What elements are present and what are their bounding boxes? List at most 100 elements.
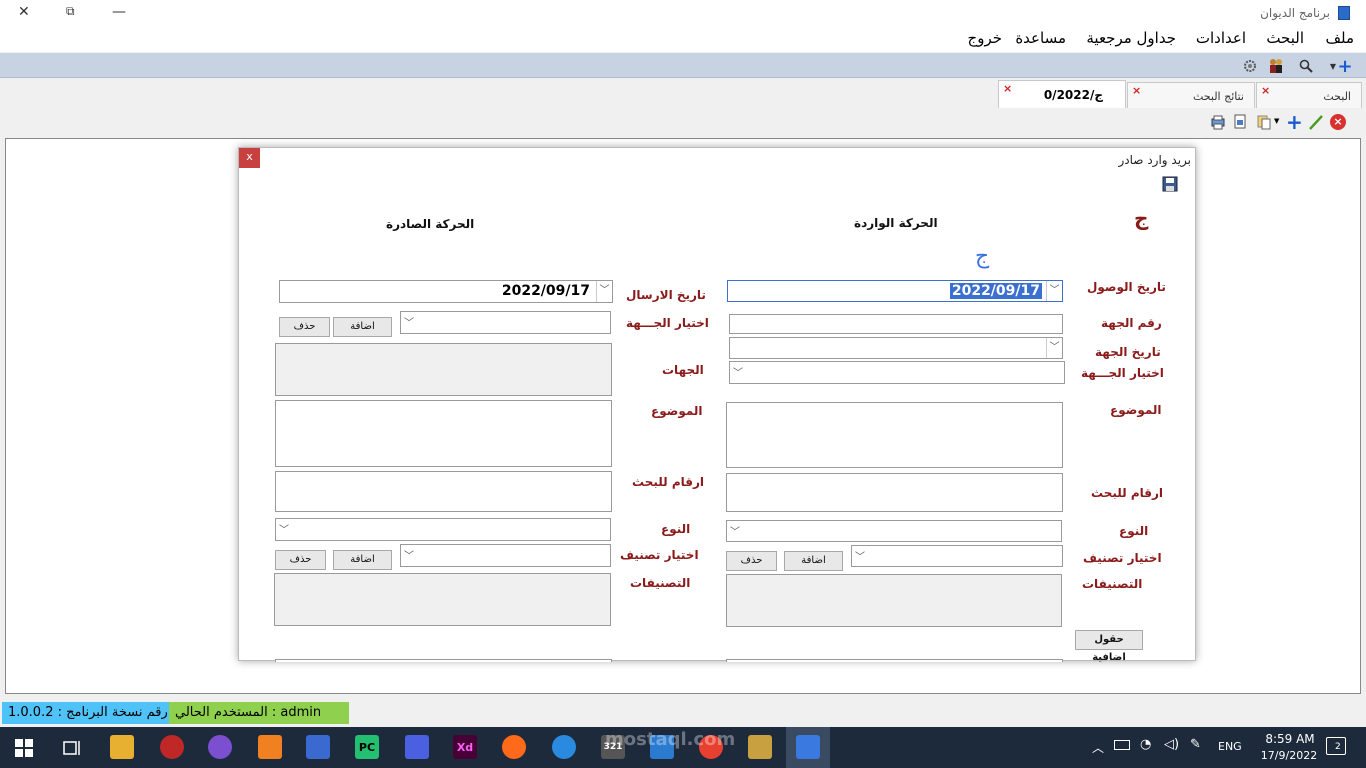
windows-start-icon[interactable] <box>15 739 33 760</box>
dialog-close-button[interactable]: x <box>239 148 260 168</box>
main-toolbar: + ▼ <box>0 53 1366 78</box>
arrival-date-value: 2022/09/17 <box>949 283 1042 299</box>
security-app-icon[interactable] <box>160 735 184 759</box>
app-w-icon[interactable] <box>552 735 576 759</box>
code-letter: ج <box>1134 206 1149 230</box>
window-minimize-button[interactable]: — <box>112 4 126 20</box>
app-icon <box>1338 6 1350 20</box>
menu-file[interactable]: ملف <box>1325 29 1354 47</box>
users-icon[interactable] <box>1268 58 1284 74</box>
settings-gear-icon[interactable] <box>1242 58 1258 74</box>
tab-record[interactable]: × 0/ج/2022 <box>998 80 1126 108</box>
tab-close-icon[interactable]: × <box>1003 82 1012 95</box>
incoming-categories-list[interactable] <box>726 574 1062 627</box>
add-record-icon[interactable]: + <box>1286 110 1303 134</box>
vpn-icon[interactable] <box>405 735 429 759</box>
tab-label: نتائج البحث <box>1192 90 1244 103</box>
notification-icon[interactable]: 2 <box>1326 737 1346 755</box>
menu-search[interactable]: البحث <box>1266 29 1304 47</box>
outgoing-category-select[interactable]: ﹀ <box>400 544 611 567</box>
pen-icon[interactable]: ✎ <box>1190 737 1201 752</box>
menu-settings[interactable]: اعدادات <box>1196 29 1246 47</box>
outgoing-subject-textarea[interactable] <box>275 400 612 467</box>
tab-search-results[interactable]: × نتائج البحث <box>1127 82 1255 108</box>
chevron-down-icon[interactable]: ﹀ <box>279 521 289 536</box>
clock-time[interactable]: 8:59 AM <box>1260 732 1320 746</box>
menu-bar: ملف البحث اعدادات جداول مرجعية مساعدة خر… <box>0 26 1366 52</box>
chevron-down-icon[interactable]: ﹀ <box>596 281 612 302</box>
edit-pencil-icon[interactable] <box>1308 113 1324 134</box>
send-date-value: 2022/09/17 <box>501 283 590 299</box>
tool-app-icon[interactable] <box>748 735 772 759</box>
chevron-down-icon[interactable]: ﹀ <box>1046 281 1062 301</box>
tray-chevron-up-icon[interactable]: ︿ <box>1092 739 1104 756</box>
incoming-type-select[interactable]: ﹀ <box>726 520 1062 542</box>
outgoing-entity-select[interactable]: ﹀ <box>400 311 611 334</box>
copy-icon[interactable] <box>1256 114 1272 133</box>
pycharm-icon[interactable]: PC <box>355 735 379 759</box>
firefox-icon[interactable] <box>502 735 526 759</box>
outgoing-add-category-button[interactable]: اضافة <box>333 550 392 570</box>
file-explorer-icon[interactable] <box>110 735 134 759</box>
language-indicator[interactable]: ENG <box>1218 740 1242 753</box>
extra-fields-button[interactable]: حقول اضافية <box>1075 630 1143 663</box>
window-restore-button[interactable]: ⧉ <box>66 4 75 19</box>
tab-close-icon[interactable]: × <box>1261 84 1270 97</box>
active-app-slot[interactable] <box>786 727 830 768</box>
outgoing-subject-label: الموضوع <box>651 404 703 418</box>
incoming-add-category-button[interactable]: اضافة <box>784 551 843 571</box>
send-date-picker[interactable]: 2022/09/17 ﹀ <box>279 280 613 303</box>
arrival-date-label: تاريخ الوصول <box>1087 280 1166 294</box>
task-view-icon[interactable] <box>62 739 82 760</box>
notification-count: 2 <box>1335 742 1341 752</box>
chevron-down-icon[interactable]: ﹀ <box>855 548 865 563</box>
adobe-xd-icon[interactable]: Xd <box>453 735 477 759</box>
tor-browser-icon[interactable] <box>208 735 232 759</box>
wifi-icon[interactable]: ◔ <box>1140 737 1151 752</box>
dropdown-arrow-icon[interactable]: ▼ <box>1325 58 1341 74</box>
clock-date[interactable]: 17/9/2022 <box>1254 749 1324 762</box>
incoming-search-numbers-input[interactable] <box>726 473 1063 512</box>
blue-code-letter: ج <box>975 244 990 269</box>
chevron-down-icon[interactable]: ﹀ <box>404 314 414 329</box>
menu-reference-tables[interactable]: جداول مرجعية <box>1086 29 1176 47</box>
print-icon[interactable] <box>1210 114 1226 133</box>
battery-icon[interactable] <box>1114 740 1130 750</box>
incoming-delete-category-button[interactable]: حذف <box>726 551 777 571</box>
tab-label: البحث <box>1323 90 1351 103</box>
chevron-down-icon[interactable]: ﹀ <box>733 364 743 379</box>
status-bar: رقم نسخة البرنامج : 1.0.0.2 المستخدم الح… <box>0 700 1366 726</box>
link-app-icon[interactable] <box>306 735 330 759</box>
outgoing-delete-entity-button[interactable]: حذف <box>279 317 330 337</box>
search-icon[interactable] <box>1298 58 1314 74</box>
incoming-subject-textarea[interactable] <box>726 402 1063 468</box>
entity-date-picker[interactable]: ﹀ <box>729 337 1063 359</box>
outgoing-type-select[interactable]: ﹀ <box>275 518 611 541</box>
delete-icon[interactable]: × <box>1330 114 1346 130</box>
menu-help[interactable]: مساعدة <box>1015 29 1066 47</box>
vlc-icon[interactable] <box>258 735 282 759</box>
chevron-down-icon[interactable]: ﹀ <box>730 523 740 538</box>
dropdown-arrow-icon[interactable]: ▼ <box>1274 117 1279 125</box>
arrival-date-picker[interactable]: 2022/09/17 ﹀ <box>727 280 1063 302</box>
chevron-down-icon[interactable]: ﹀ <box>1046 338 1062 358</box>
tab-close-icon[interactable]: × <box>1132 84 1141 97</box>
export-icon[interactable] <box>1232 114 1248 133</box>
outgoing-scroll-edge <box>275 659 612 662</box>
incoming-choose-entity-label: اختيار الجـــهة <box>1081 366 1164 380</box>
volume-icon[interactable]: ◁) <box>1164 737 1179 752</box>
diwan-app-icon[interactable] <box>796 735 820 759</box>
outgoing-add-entity-button[interactable]: اضافة <box>333 317 392 337</box>
entity-number-input[interactable] <box>729 314 1063 334</box>
chevron-down-icon[interactable]: ﹀ <box>404 547 414 562</box>
incoming-category-select[interactable]: ﹀ <box>851 545 1063 567</box>
window-close-button[interactable]: ✕ <box>18 4 30 20</box>
outgoing-categories-list[interactable] <box>274 573 611 626</box>
outgoing-search-numbers-input[interactable] <box>275 471 612 512</box>
incoming-entity-select[interactable]: ﹀ <box>729 361 1065 384</box>
menu-exit[interactable]: خروج <box>968 29 1002 47</box>
tab-search[interactable]: × البحث <box>1256 82 1362 108</box>
save-icon[interactable] <box>1162 176 1178 195</box>
outgoing-delete-category-button[interactable]: حذف <box>275 550 326 570</box>
outgoing-entities-list[interactable] <box>275 343 612 396</box>
